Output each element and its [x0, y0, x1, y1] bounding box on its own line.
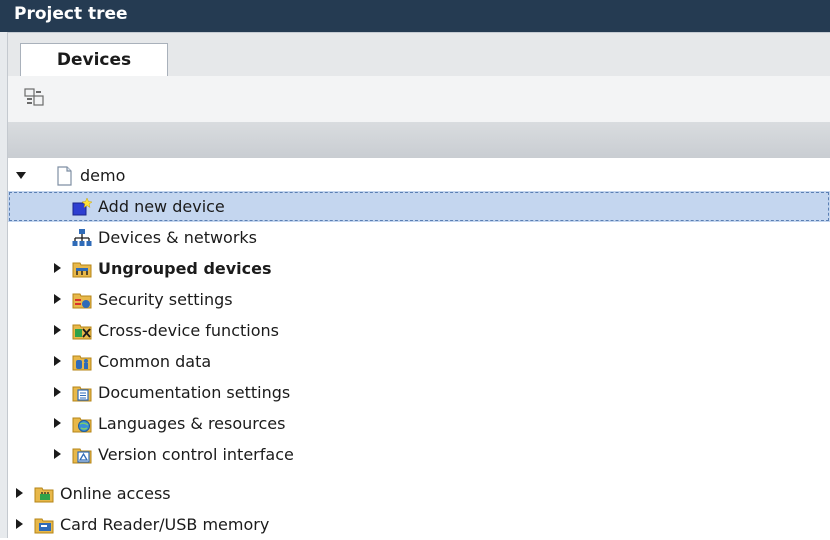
- expand-arrow[interactable]: [16, 519, 23, 529]
- project-tree: demo Add new device Devices & networks U…: [8, 158, 830, 538]
- tree-item-label: Online access: [60, 484, 171, 503]
- expand-arrow[interactable]: [54, 418, 61, 428]
- languages-icon: [72, 417, 92, 433]
- tree-item-label: Card Reader/USB memory: [60, 515, 270, 534]
- tree-item-online-access[interactable]: Online access: [8, 478, 830, 509]
- tree-item-documentation-settings[interactable]: Documentation settings: [8, 377, 830, 408]
- expand-arrow[interactable]: [54, 325, 61, 335]
- header-band: [8, 122, 830, 158]
- documentation-icon: [72, 386, 92, 402]
- expand-arrow[interactable]: [54, 294, 61, 304]
- version-control-icon: [72, 448, 92, 464]
- tree-item-label: Ungrouped devices: [98, 259, 272, 278]
- tree-item-version-control-interface[interactable]: Version control interface: [8, 439, 830, 470]
- tree-item-devices-networks[interactable]: Devices & networks: [8, 222, 830, 253]
- network-icon: [72, 229, 92, 246]
- expand-arrow[interactable]: [54, 263, 61, 273]
- tree-item-label: Documentation settings: [98, 383, 291, 402]
- expand-arrow[interactable]: [54, 387, 61, 397]
- tree-item-label: Add new device: [98, 197, 225, 216]
- tree-item-label: Devices & networks: [98, 228, 258, 247]
- device-view-icon[interactable]: [23, 86, 45, 108]
- tree-item-ungrouped-devices[interactable]: Ungrouped devices: [8, 253, 830, 284]
- tab-strip: Devices: [8, 32, 830, 77]
- tree-item-card-reader-usb-memory[interactable]: Card Reader/USB memory: [8, 509, 830, 540]
- cross-device-icon: [72, 324, 92, 340]
- panel-title: Project tree: [14, 4, 128, 24]
- tab-devices[interactable]: Devices: [20, 43, 168, 77]
- tree-item-label: Security settings: [98, 290, 233, 309]
- tree-item-security-settings[interactable]: Security settings: [8, 284, 830, 315]
- project-file-icon: [57, 166, 72, 186]
- ungrouped-devices-icon: [72, 262, 92, 278]
- tree-item-demo[interactable]: demo: [8, 160, 830, 191]
- tree-item-label: Languages & resources: [98, 414, 286, 433]
- tree-item-languages-resources[interactable]: Languages & resources: [8, 408, 830, 439]
- tree-item-common-data[interactable]: Common data: [8, 346, 830, 377]
- tree-item-label: Version control interface: [98, 445, 294, 464]
- tree-item-label: Common data: [98, 352, 212, 371]
- collapse-arrow[interactable]: [16, 172, 26, 179]
- tree-item-cross-device-functions[interactable]: Cross-device functions: [8, 315, 830, 346]
- expand-arrow[interactable]: [16, 488, 23, 498]
- expand-arrow[interactable]: [54, 356, 61, 366]
- online-access-icon: [34, 487, 54, 503]
- left-edge: [0, 32, 8, 538]
- tree-item-add-new-device[interactable]: Add new device: [8, 191, 830, 222]
- expand-arrow[interactable]: [54, 449, 61, 459]
- add-device-icon: [72, 197, 92, 216]
- panel-title-bar: Project tree: [0, 0, 830, 32]
- common-data-icon: [72, 355, 92, 371]
- security-settings-icon: [72, 293, 92, 309]
- tree-item-label: Cross-device functions: [98, 321, 279, 340]
- card-reader-icon: [34, 518, 54, 534]
- tree-item-label: demo: [80, 166, 126, 185]
- toolbar: [8, 76, 830, 122]
